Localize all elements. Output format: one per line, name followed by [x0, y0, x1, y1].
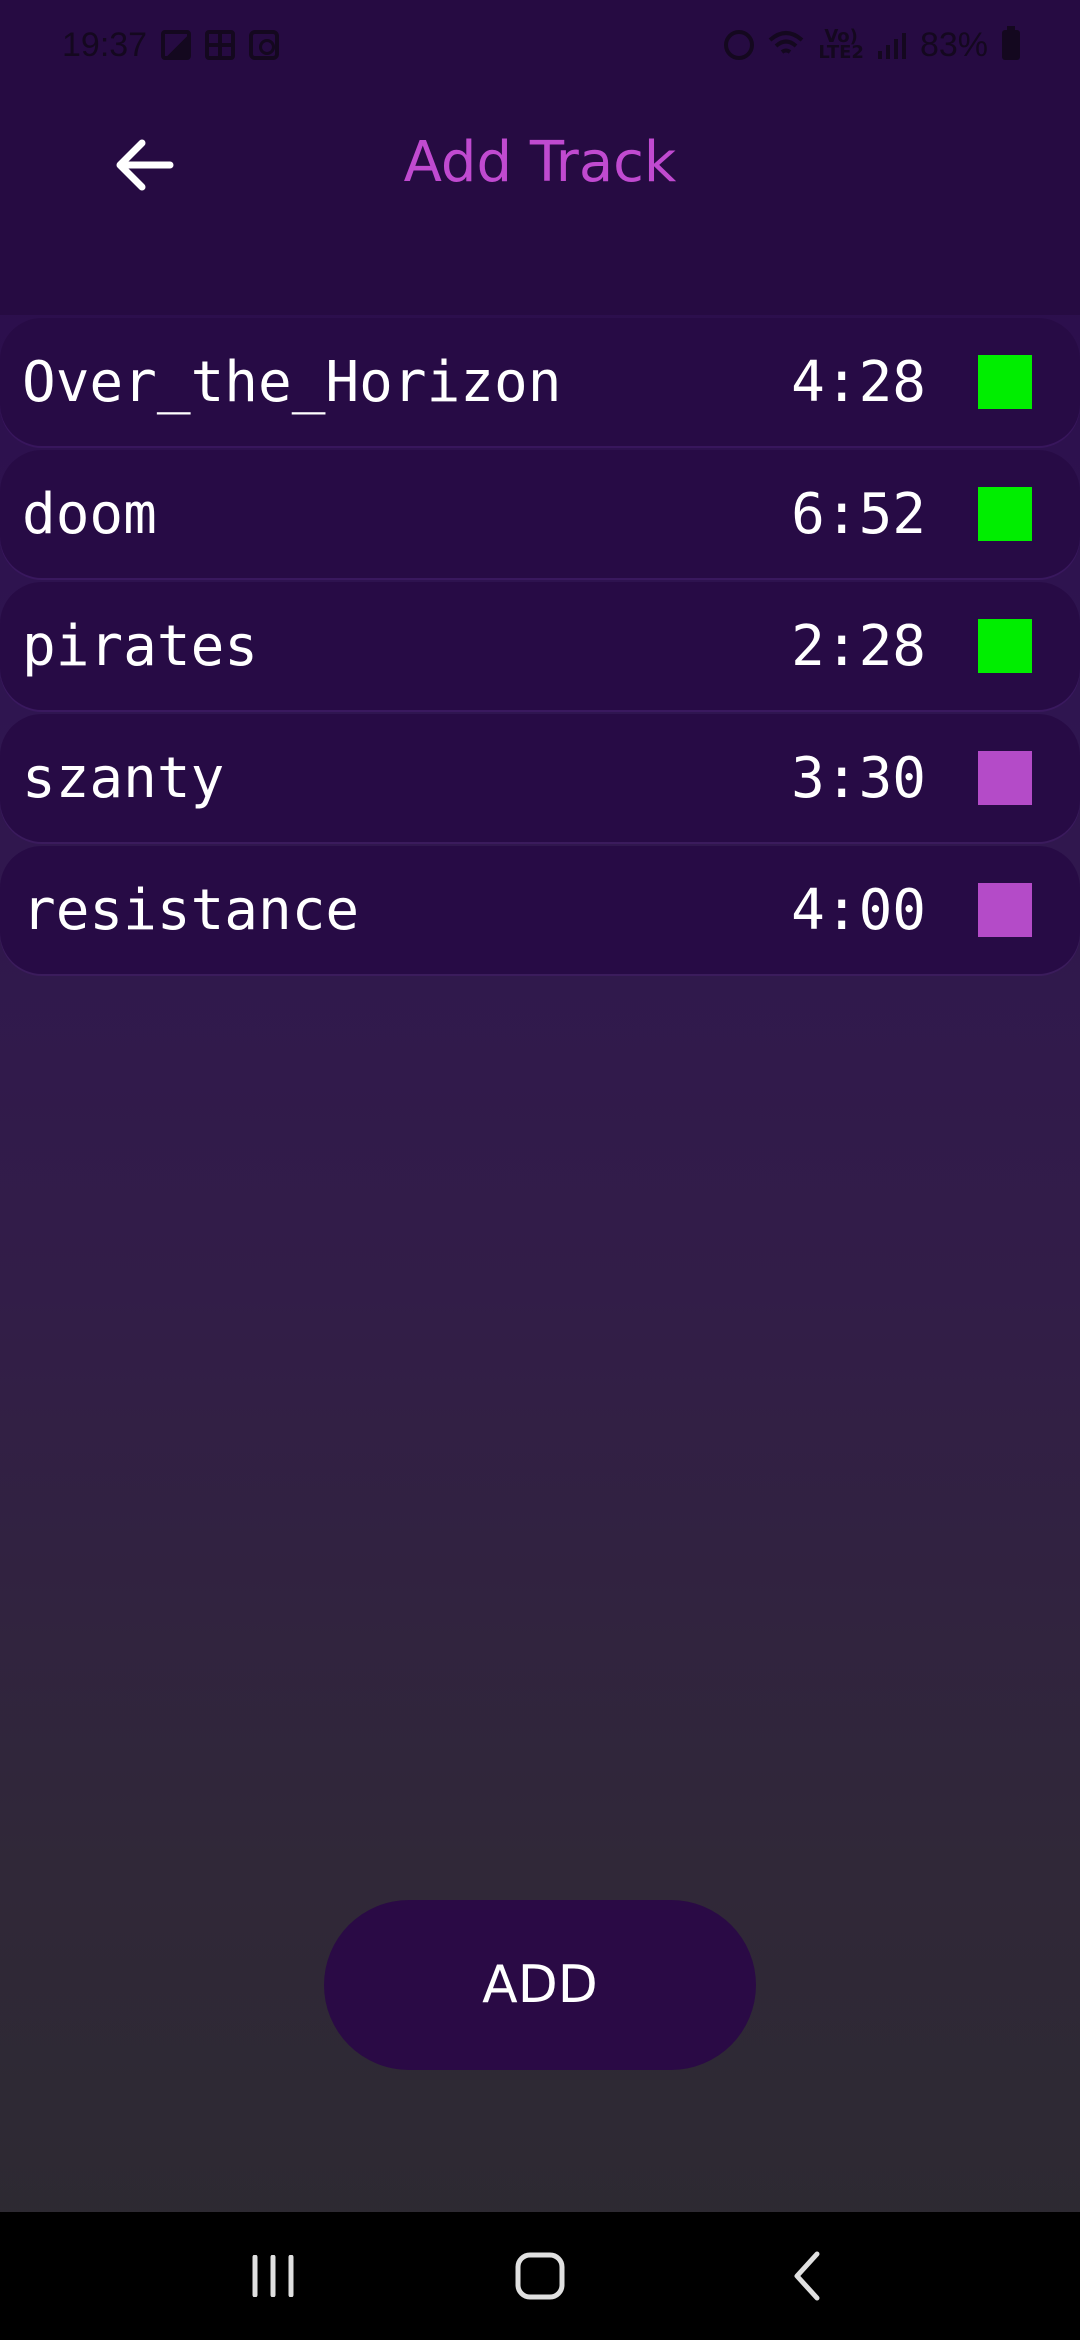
track-duration: 3:30 [791, 745, 926, 811]
wifi-icon [769, 31, 804, 54]
battery-percent: 83% [919, 25, 988, 64]
alarm-icon [724, 30, 755, 60]
track-select-box[interactable] [978, 355, 1032, 409]
status-left: 19:37 [62, 25, 280, 65]
track-row[interactable]: doom 6:52 [0, 450, 1080, 578]
status-time: 19:37 [62, 25, 148, 64]
home-button[interactable] [490, 2226, 590, 2326]
track-name: szanty [22, 745, 225, 811]
network-label: Vo) LTE2 [818, 28, 864, 63]
track-row[interactable]: szanty 3:30 [0, 714, 1080, 842]
back-nav-button[interactable] [757, 2226, 857, 2326]
grid-icon [205, 30, 236, 60]
add-button[interactable]: ADD [324, 1900, 756, 2070]
recent-apps-button[interactable] [223, 2226, 323, 2326]
network-bottom-text: LTE2 [818, 42, 864, 63]
home-icon [515, 2252, 565, 2300]
track-name: resistance [22, 877, 360, 943]
track-row[interactable]: resistance 4:00 [0, 846, 1080, 974]
track-select-box[interactable] [978, 751, 1032, 805]
nav-bar [0, 2212, 1080, 2340]
gallery-icon [161, 30, 192, 60]
track-select-box[interactable] [978, 487, 1032, 541]
track-name: doom [22, 481, 157, 547]
track-select-box[interactable] [978, 619, 1032, 673]
battery-icon [1002, 26, 1020, 60]
track-row[interactable]: Over_the_Horizon 4:28 [0, 318, 1080, 446]
page-title: Add Track [403, 130, 677, 195]
track-select-box[interactable] [978, 883, 1032, 937]
media-icon [249, 30, 280, 60]
track-duration: 4:00 [791, 877, 926, 943]
track-duration: 4:28 [791, 349, 926, 415]
track-duration: 6:52 [791, 481, 926, 547]
app-bar: Add Track [0, 90, 1080, 315]
track-row[interactable]: pirates 2:28 [0, 582, 1080, 710]
back-icon [794, 2251, 820, 2301]
status-bar: 19:37 Vo) LTE2 83% [0, 0, 1080, 90]
track-duration: 2:28 [791, 613, 926, 679]
track-name: pirates [22, 613, 259, 679]
track-list: Over_the_Horizon 4:28 doom 6:52 pirates … [0, 318, 1080, 978]
signal-icon [877, 31, 906, 59]
recent-apps-icon [252, 2255, 294, 2297]
track-name: Over_the_Horizon [22, 349, 562, 415]
status-right: Vo) LTE2 83% [724, 26, 1020, 65]
